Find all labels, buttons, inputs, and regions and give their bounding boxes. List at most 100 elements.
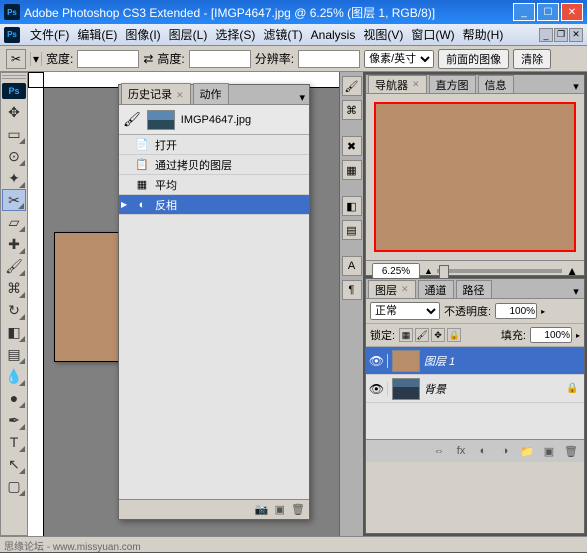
layer-mask-button[interactable]: ◐ (474, 443, 492, 459)
tab-paths[interactable]: 路径 (456, 280, 492, 298)
fill-dropdown-icon[interactable]: ▸ (576, 331, 580, 340)
tab-info[interactable]: 信息 (478, 75, 514, 93)
dock-swatches-icon[interactable]: ▦ (342, 160, 362, 180)
close-button[interactable]: ✕ (561, 3, 583, 21)
brush-tool[interactable]: 🖌 (2, 255, 26, 277)
menu-help[interactable]: 帮助(H) (459, 24, 508, 45)
history-step[interactable]: ▶◐反相 (119, 195, 309, 215)
lock-all-icon[interactable]: 🔒 (447, 328, 461, 342)
shape-tool[interactable]: ▢ (2, 475, 26, 497)
unit-select[interactable]: 像素/英寸 (364, 50, 434, 68)
layer-row[interactable]: 👁 背景 🔒 (366, 375, 584, 403)
lock-transparency-icon[interactable]: ▦ (399, 328, 413, 342)
resolution-input[interactable] (298, 50, 360, 68)
menu-window[interactable]: 窗口(W) (407, 24, 458, 45)
gradient-tool[interactable]: ▤ (2, 343, 26, 365)
history-panel-menu[interactable]: ▾ (295, 91, 309, 104)
menu-image[interactable]: 图像(I) (121, 24, 164, 45)
dock-paragraph-icon[interactable]: ¶ (342, 280, 362, 300)
heal-tool[interactable]: ✚ (2, 233, 26, 255)
tab-history[interactable]: 历史记录✕ (121, 83, 191, 104)
doc-restore-button[interactable]: ❐ (554, 28, 568, 42)
link-layers-button[interactable]: ⇔ (430, 443, 448, 459)
toolbox-handle[interactable] (2, 75, 26, 81)
dock-brushes-icon[interactable]: 🖌 (342, 76, 362, 96)
new-document-button[interactable]: ▣ (275, 503, 285, 516)
tool-preset-dropdown[interactable]: ▾ (30, 52, 42, 66)
navigator-thumbnail[interactable] (374, 102, 576, 252)
stamp-tool[interactable]: ⌘ (2, 277, 26, 299)
crop-tool[interactable]: ✂ (2, 189, 26, 211)
doc-close-button[interactable]: ✕ (569, 28, 583, 42)
swap-icon[interactable]: ⇄ (143, 52, 153, 66)
ps-menu-icon[interactable]: Ps (4, 27, 20, 43)
menu-filter[interactable]: 滤镜(T) (259, 24, 306, 45)
history-step[interactable]: ▦平均 (119, 175, 309, 195)
adjustment-layer-button[interactable]: ◑ (496, 443, 514, 459)
pen-tool[interactable]: ✒ (2, 409, 26, 431)
tab-histogram[interactable]: 直方图 (429, 75, 476, 93)
lasso-tool[interactable]: ⊙ (2, 145, 26, 167)
delete-layer-button[interactable]: 🗑 (562, 443, 580, 459)
history-snapshot-row[interactable]: 🖌 IMGP4647.jpg (119, 105, 309, 135)
fill-input[interactable] (530, 327, 572, 343)
doc-minimize-button[interactable]: _ (539, 28, 553, 42)
new-snapshot-button[interactable]: 📷 (255, 503, 269, 516)
tab-layers[interactable]: 图层✕ (368, 280, 416, 298)
eraser-tool[interactable]: ◧ (2, 321, 26, 343)
front-image-button[interactable]: 前面的图像 (438, 49, 509, 69)
minimize-button[interactable]: _ (513, 3, 535, 21)
new-layer-button[interactable]: ▣ (540, 443, 558, 459)
wand-tool[interactable]: ✦ (2, 167, 26, 189)
layer-style-button[interactable]: fx (452, 443, 470, 459)
tab-channels[interactable]: 通道 (418, 280, 454, 298)
blur-tool[interactable]: 💧 (2, 365, 26, 387)
lock-paint-icon[interactable]: 🖌 (415, 328, 429, 342)
marquee-tool[interactable]: ▭ (2, 123, 26, 145)
zoom-input[interactable] (372, 263, 420, 279)
dock-clone-icon[interactable]: ⌘ (342, 100, 362, 120)
layers-menu[interactable]: ▾ (568, 285, 584, 298)
type-tool[interactable]: T (2, 431, 26, 453)
dock-styles-icon[interactable]: ▤ (342, 220, 362, 240)
history-brush-tool[interactable]: ↻ (2, 299, 26, 321)
menu-view[interactable]: 视图(V) (359, 24, 407, 45)
blend-mode-select[interactable]: 正常 (370, 302, 440, 320)
slice-tool[interactable]: ▱ (2, 211, 26, 233)
lock-position-icon[interactable]: ✥ (431, 328, 445, 342)
tab-actions[interactable]: 动作 (193, 83, 229, 104)
zoom-out-icon[interactable]: ▲ (424, 266, 433, 276)
dock-tools-icon[interactable]: ✖ (342, 136, 362, 156)
width-input[interactable] (77, 50, 139, 68)
ruler-origin[interactable] (28, 72, 44, 88)
tab-navigator[interactable]: 导航器✕ (368, 75, 427, 93)
new-group-button[interactable]: 📁 (518, 443, 536, 459)
menu-analysis[interactable]: Analysis (307, 26, 360, 44)
history-step[interactable]: 📄打开 (119, 135, 309, 155)
clear-button[interactable]: 清除 (513, 49, 551, 69)
path-select-tool[interactable]: ↖ (2, 453, 26, 475)
layer-row[interactable]: 👁 图层 1 (366, 347, 584, 375)
dock-color-icon[interactable]: ◧ (342, 196, 362, 216)
visibility-toggle[interactable]: 👁 (366, 382, 388, 396)
menu-edit[interactable]: 编辑(E) (73, 24, 121, 45)
opacity-dropdown-icon[interactable]: ▸ (541, 307, 545, 316)
opacity-input[interactable] (495, 303, 537, 319)
navigator-menu[interactable]: ▾ (568, 80, 584, 93)
zoom-in-icon[interactable]: ▲ (566, 264, 578, 278)
height-input[interactable] (189, 50, 251, 68)
crop-tool-icon[interactable]: ✂ (6, 49, 26, 69)
layer-name[interactable]: 图层 1 (424, 353, 584, 369)
dodge-tool[interactable]: ● (2, 387, 26, 409)
zoom-slider[interactable] (437, 269, 562, 273)
delete-state-button[interactable]: 🗑 (291, 503, 305, 516)
move-tool[interactable]: ✥ (2, 101, 26, 123)
menu-file[interactable]: 文件(F) (26, 24, 73, 45)
dock-character-icon[interactable]: A (342, 256, 362, 276)
menu-layer[interactable]: 图层(L) (165, 24, 212, 45)
visibility-toggle[interactable]: 👁 (366, 354, 388, 368)
menu-select[interactable]: 选择(S) (211, 24, 259, 45)
ruler-vertical[interactable] (28, 88, 44, 536)
history-step[interactable]: 📋通过拷贝的图层 (119, 155, 309, 175)
maximize-button[interactable]: ☐ (537, 3, 559, 21)
